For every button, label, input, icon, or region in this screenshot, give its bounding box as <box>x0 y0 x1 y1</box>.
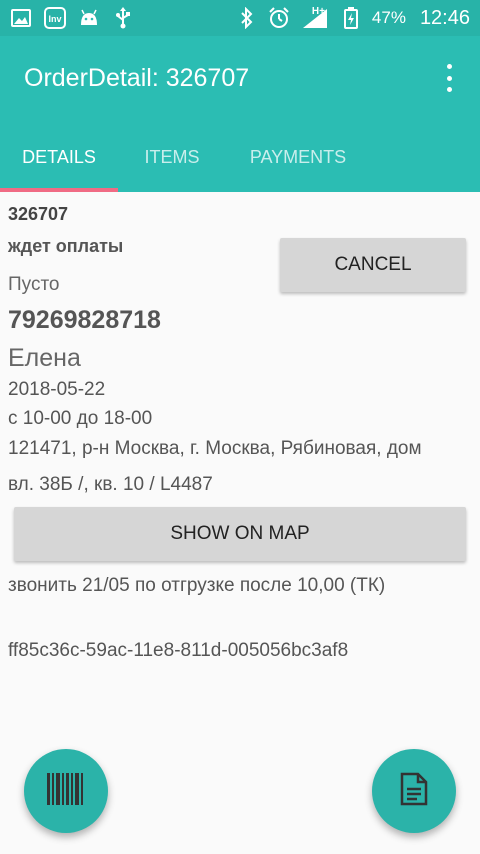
document-icon <box>400 772 428 811</box>
tab-bar: DETAILS ITEMS PAYMENTS <box>0 136 480 192</box>
status-bar: Inv H+ 47% 12:46 <box>0 0 480 36</box>
status-bar-left-icons: Inv <box>10 7 134 29</box>
status-bar-right-icons: H+ 47% 12:46 <box>236 0 470 36</box>
order-guid: ff85c36c-59ac-11e8-811d-005056bc3af8 <box>8 640 349 661</box>
show-on-map-button[interactable]: SHOW ON MAP <box>14 507 466 561</box>
cancel-button[interactable]: CANCEL <box>280 238 466 292</box>
status-time: 12:46 <box>419 6 470 29</box>
tab-indicator <box>0 188 118 192</box>
tab-payments[interactable]: PAYMENTS <box>232 136 364 192</box>
svg-text:Inv: Inv <box>48 14 61 24</box>
inv-app-icon: Inv <box>44 7 66 29</box>
android-icon <box>78 7 100 29</box>
signal-icon: H+ <box>300 6 330 29</box>
barcode-icon <box>47 772 85 810</box>
overflow-menu-icon[interactable] <box>444 64 454 92</box>
empty-label: Пусто <box>8 274 60 295</box>
delivery-time-window: с 10-00 до 18-00 <box>8 408 153 429</box>
order-status: ждет оплаты <box>8 236 124 256</box>
app-bar: OrderDetail: 326707 DETAILS ITEMS PAYMEN… <box>0 36 480 192</box>
bluetooth-icon <box>236 7 258 29</box>
document-button[interactable] <box>372 749 456 833</box>
image-icon <box>10 7 32 29</box>
usb-icon <box>112 7 134 29</box>
network-type: H+ <box>311 6 325 17</box>
address-line-1: 121471, р-н Москва, г. Москва, Рябиновая… <box>8 438 422 459</box>
page-title: OrderDetail: 326707 <box>24 64 250 92</box>
battery-percent: 47% <box>371 8 406 27</box>
scan-barcode-button[interactable] <box>24 749 108 833</box>
tab-details[interactable]: DETAILS <box>0 136 118 192</box>
order-id: 326707 <box>8 204 69 224</box>
order-comment: звонить 21/05 по отгрузке после 10,00 (Т… <box>8 575 386 596</box>
alarm-icon <box>268 7 290 29</box>
tab-items[interactable]: ITEMS <box>128 136 216 192</box>
delivery-date: 2018-05-22 <box>8 379 106 400</box>
address-line-2: вл. 38Б /, кв. 10 / L4487 <box>8 474 213 495</box>
client-name: Елена <box>8 344 81 372</box>
client-phone[interactable]: 79269828718 <box>8 306 161 335</box>
battery-icon <box>340 7 362 29</box>
